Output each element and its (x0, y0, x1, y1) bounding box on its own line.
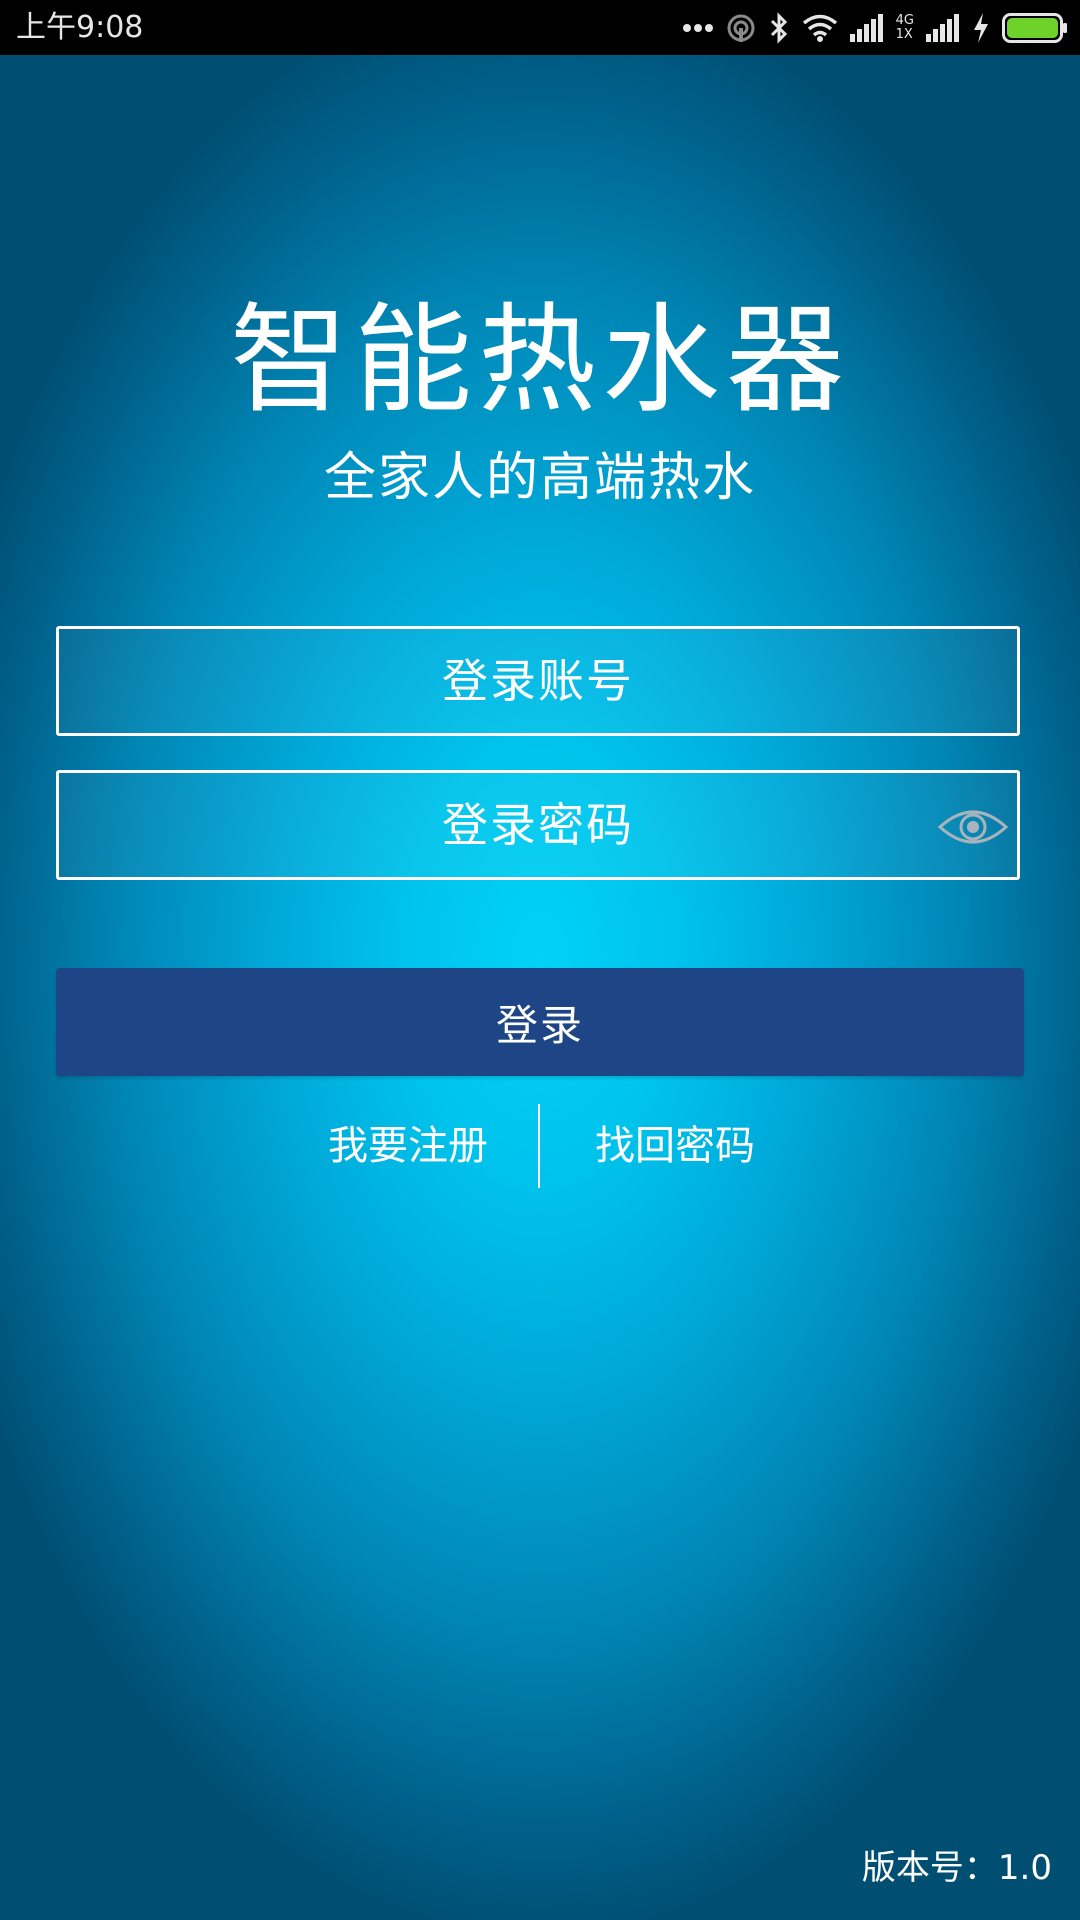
app-subtitle: 全家人的高端热水 (323, 448, 756, 508)
more-dots-icon (682, 24, 713, 32)
network-type: 4G 1X (896, 14, 914, 42)
auxiliary-links: 我要注册 找回密码 (0, 1104, 1080, 1188)
account-field (56, 626, 1020, 736)
signal-icon (849, 14, 883, 42)
account-input[interactable] (59, 629, 1017, 733)
login-button[interactable]: 登录 (56, 968, 1024, 1076)
status-icons: 4G 1X (682, 8, 1068, 48)
app-title: 智能热水器 (229, 291, 850, 429)
wifi-icon (802, 14, 837, 42)
eye-icon[interactable] (937, 802, 1009, 852)
register-link[interactable]: 我要注册 (328, 1120, 488, 1172)
network-type-1x: 1X (895, 27, 913, 42)
bluetooth-icon (770, 12, 787, 44)
signal-icon (926, 14, 959, 42)
network-type-4g: 4G (895, 13, 914, 28)
login-screen: 上午9:08 4G 1X 智能热水器 全家人的高端热水 登录账号 登录 我要注册… (0, 0, 1080, 1920)
version-label: 版本号：1.0 (861, 1848, 1052, 1888)
hotspot-icon (727, 14, 755, 42)
password-field (56, 770, 1020, 880)
status-time: 上午9:08 (16, 10, 144, 45)
forgot-password-link[interactable]: 找回密码 (595, 1120, 755, 1172)
links-divider (538, 1104, 540, 1188)
password-input[interactable] (59, 773, 1017, 877)
charging-icon (974, 13, 988, 43)
status-bar: 上午9:08 4G 1X (0, 0, 1080, 55)
battery-icon (1002, 13, 1067, 43)
